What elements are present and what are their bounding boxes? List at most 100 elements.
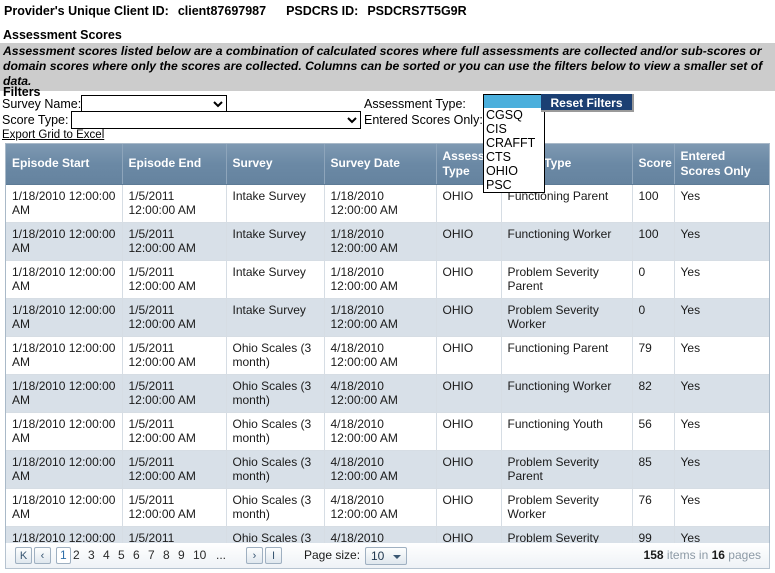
- assessment-type-label: Assessment Type:: [364, 97, 466, 111]
- reset-filters-button[interactable]: Reset Filters: [541, 94, 634, 112]
- cell-entered-scores-only: Yes: [674, 298, 769, 337]
- page-link-4[interactable]: 4: [103, 548, 110, 562]
- cell-score: 79: [632, 336, 675, 375]
- cell-score: 0: [632, 298, 675, 337]
- cell-survey: Ohio Scales (3 month): [226, 412, 325, 451]
- client-id-label: Provider's Unique Client ID:: [4, 4, 169, 18]
- assessment-type-option-cis[interactable]: CIS: [484, 122, 544, 136]
- cell-episode-end: 1/5/2011 12:00:00 AM: [122, 260, 227, 299]
- table-row[interactable]: 1/18/2010 12:00:00 AM1/5/2011 12:00:00 A…: [6, 450, 769, 489]
- page-size-select[interactable]: 10: [365, 547, 407, 565]
- assessment-type-option-cts[interactable]: CTS: [484, 150, 544, 164]
- page-link-6[interactable]: 6: [133, 548, 140, 562]
- column-header-survey-date[interactable]: Survey Date: [324, 144, 437, 185]
- cell-assessment-type: OHIO: [436, 450, 502, 489]
- table-row[interactable]: 1/18/2010 12:00:00 AM1/5/2011 12:00:00 A…: [6, 222, 769, 261]
- cell-assessment-type: OHIO: [436, 260, 502, 299]
- cell-score-type: Problem Severity Worker: [501, 488, 633, 527]
- first-page-button[interactable]: K: [15, 547, 32, 564]
- cell-survey-date: 4/18/2010 12:00:00 AM: [324, 336, 437, 375]
- assessment-scores-page: Provider's Unique Client ID: client876979…: [0, 0, 775, 573]
- page-link-9[interactable]: 9: [178, 548, 185, 562]
- assessment-type-dropdown-list[interactable]: CGSQ CIS CRAFFT CTS OHIO PSC: [483, 94, 545, 193]
- cell-episode-end: 1/5/2011 12:00:00 AM: [122, 298, 227, 337]
- cell-episode-start: 1/18/2010 12:00:00 AM: [6, 184, 123, 223]
- table-row[interactable]: 1/18/2010 12:00:00 AM1/5/2011 12:00:00 A…: [6, 184, 769, 223]
- cell-episode-end: 1/5/2011 12:00:00 AM: [122, 412, 227, 451]
- cell-episode-start: 1/18/2010 12:00:00 AM: [6, 488, 123, 527]
- cell-survey-date: 4/18/2010 12:00:00 AM: [324, 412, 437, 451]
- psdcrs-id-label: PSDCRS ID:: [286, 4, 359, 18]
- cell-score: 76: [632, 488, 675, 527]
- cell-episode-start: 1/18/2010 12:00:00 AM: [6, 450, 123, 489]
- table-row[interactable]: 1/18/2010 12:00:00 AM1/5/2011 12:00:00 A…: [6, 412, 769, 451]
- assessment-type-option-ohio[interactable]: OHIO: [484, 164, 544, 178]
- cell-entered-scores-only: Yes: [674, 336, 769, 375]
- page-link-2[interactable]: 2: [73, 548, 80, 562]
- cell-episode-start: 1/18/2010 12:00:00 AM: [6, 336, 123, 375]
- export-grid-to-excel-link[interactable]: Export Grid to Excel: [2, 129, 104, 141]
- items-word: items in: [666, 548, 709, 562]
- cell-entered-scores-only: Yes: [674, 222, 769, 261]
- cell-episode-end: 1/5/2011 12:00:00 AM: [122, 336, 227, 375]
- table-header: Episode Start Episode End Survey Survey Dat…: [6, 144, 769, 185]
- cell-survey: Ohio Scales (3 month): [226, 374, 325, 413]
- last-page-button[interactable]: Ӏ: [265, 547, 282, 564]
- cell-survey-date: 1/18/2010 12:00:00 AM: [324, 184, 437, 223]
- table-row[interactable]: 1/18/2010 12:00:00 AM1/5/2011 12:00:00 A…: [6, 374, 769, 413]
- table-row[interactable]: 1/18/2010 12:00:00 AM1/5/2011 12:00:00 A…: [6, 488, 769, 527]
- pages-word: pages: [728, 548, 761, 562]
- assessment-type-option-blank[interactable]: [484, 95, 544, 108]
- page-link-moremoremore[interactable]: ...: [216, 548, 226, 562]
- chevron-down-icon: [393, 555, 401, 559]
- cell-episode-end: 1/5/2011 12:00:00 AM: [122, 184, 227, 223]
- page-link-1[interactable]: 1: [56, 547, 71, 564]
- assessment-type-option-crafft[interactable]: CRAFFT: [484, 136, 544, 150]
- cell-survey-date: 1/18/2010 12:00:00 AM: [324, 260, 437, 299]
- cell-score-type: Functioning Worker: [501, 222, 633, 261]
- page-size-label: Page size:: [304, 548, 361, 562]
- table-header-row: Episode Start Episode End Survey Survey Dat…: [6, 144, 769, 185]
- table-row[interactable]: 1/18/2010 12:00:00 AM1/5/2011 12:00:00 A…: [6, 336, 769, 375]
- cell-episode-start: 1/18/2010 12:00:00 AM: [6, 298, 123, 337]
- cell-episode-end: 1/5/2011 12:00:00 AM: [122, 222, 227, 261]
- previous-page-button[interactable]: ‹: [34, 547, 51, 564]
- score-type-select[interactable]: [71, 111, 361, 129]
- cell-survey: Intake Survey: [226, 222, 325, 261]
- cell-score-type: Functioning Worker: [501, 374, 633, 413]
- cell-survey: Ohio Scales (3 month): [226, 488, 325, 527]
- page-link-7[interactable]: 7: [148, 548, 155, 562]
- cell-assessment-type: OHIO: [436, 488, 502, 527]
- column-header-survey[interactable]: Survey: [226, 144, 325, 185]
- cell-assessment-type: OHIO: [436, 336, 502, 375]
- psdcrs-id-value: PSDCRS7T5G9R: [367, 4, 467, 18]
- table-row[interactable]: 1/18/2010 12:00:00 AM1/5/2011 12:00:00 A…: [6, 260, 769, 299]
- cell-score-type: Problem Severity Worker: [501, 298, 633, 337]
- cell-score: 82: [632, 374, 675, 413]
- assessment-type-option-cgsq[interactable]: CGSQ: [484, 108, 544, 122]
- page-link-8[interactable]: 8: [163, 548, 170, 562]
- page-link-10[interactable]: 10: [193, 548, 206, 562]
- cell-score: 85: [632, 450, 675, 489]
- entered-scores-only-label: Entered Scores Only:: [364, 113, 483, 127]
- cell-survey: Intake Survey: [226, 298, 325, 337]
- cell-survey-date: 4/18/2010 12:00:00 AM: [324, 488, 437, 527]
- assessment-type-option-psc[interactable]: PSC: [484, 178, 544, 192]
- column-header-entered-scores-only[interactable]: Entered Scores Only: [674, 144, 769, 185]
- column-header-episode-end[interactable]: Episode End: [122, 144, 227, 185]
- cell-survey: Ohio Scales (3 month): [226, 450, 325, 489]
- cell-survey: Ohio Scales (3 month): [226, 336, 325, 375]
- column-header-episode-start[interactable]: Episode Start: [6, 144, 123, 185]
- pagination-bar: K ‹ 1 2 3 4 5 6 7 8 9 10... › Ӏ Page size: 10 158…: [5, 543, 770, 569]
- table-row[interactable]: 1/18/2010 12:00:00 AM1/5/2011 12:00:00 A…: [6, 298, 769, 337]
- page-size-value: 10: [371, 549, 385, 563]
- page-link-3[interactable]: 3: [88, 548, 95, 562]
- page-link-5[interactable]: 5: [118, 548, 125, 562]
- pagination-summary: 158 items in 16 pages: [644, 548, 761, 562]
- next-page-button[interactable]: ›: [246, 547, 263, 564]
- pages-count: 16: [711, 548, 725, 562]
- cell-score-type: Functioning Youth: [501, 412, 633, 451]
- section-description: Assessment scores listed below are a com…: [0, 43, 775, 91]
- column-header-score[interactable]: Score: [632, 144, 675, 185]
- cell-episode-start: 1/18/2010 12:00:00 AM: [6, 260, 123, 299]
